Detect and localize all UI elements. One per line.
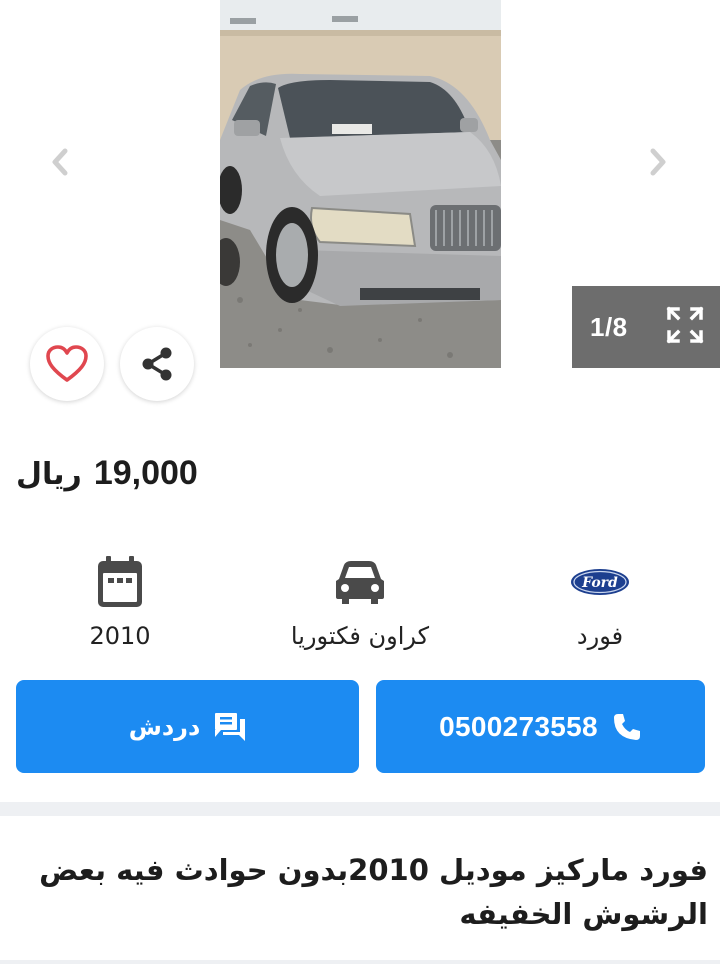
image-counter-text: 1/8 (590, 311, 628, 342)
car-photo[interactable] (220, 0, 501, 368)
calendar-icon (98, 556, 142, 607)
phone-icon (613, 713, 640, 740)
price-currency: ريال (16, 457, 82, 492)
heart-icon (46, 345, 88, 382)
spec-brand-value: فورد (576, 622, 624, 650)
call-button[interactable]: 0500273558 (376, 680, 705, 773)
next-image-button[interactable] (640, 144, 676, 180)
fullscreen-icon[interactable] (666, 306, 704, 344)
listing-description: فورد ماركيز موديل 2010بدون حوادث فيه بعض… (39, 853, 708, 931)
chevron-left-icon (52, 148, 68, 176)
image-counter: 1/8 (572, 286, 720, 368)
previous-image-button[interactable] (42, 144, 78, 180)
image-gallery: 1/8 (0, 0, 720, 420)
phone-number: 0500273558 (439, 710, 598, 742)
spec-model: كراون فكتوريا (260, 552, 460, 650)
chat-icon (215, 712, 246, 741)
favorite-button[interactable] (30, 327, 104, 401)
chat-button[interactable]: دردش (16, 680, 359, 773)
price-amount: 19,000 (93, 454, 198, 492)
car-image (220, 0, 501, 368)
share-button[interactable] (120, 327, 194, 401)
car-icon (336, 561, 384, 604)
price: 19,000 ريال (16, 454, 198, 493)
chevron-right-icon (650, 148, 666, 176)
spec-year: 2010 (20, 552, 220, 650)
ford-logo-icon: Ford (571, 569, 629, 595)
spec-model-value: كراون فكتوريا (290, 622, 430, 650)
section-divider (0, 802, 720, 816)
chat-button-label: دردش (128, 712, 201, 741)
spec-brand: Ford فورد (500, 552, 700, 650)
bottom-divider (0, 960, 720, 964)
ford-logo-text: Ford (581, 575, 618, 591)
spec-year-value: 2010 (89, 622, 151, 650)
share-icon (142, 347, 172, 381)
